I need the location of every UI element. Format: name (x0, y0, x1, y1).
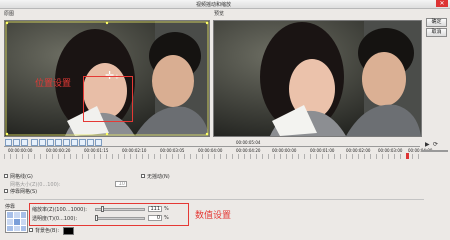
time-tick: 00:00:01:00 (310, 148, 335, 153)
playhead-marker[interactable] (406, 153, 409, 159)
zoom-slider[interactable] (422, 150, 448, 152)
dock-cell[interactable] (21, 219, 26, 225)
time-tick: 00:00:00:00 (8, 148, 33, 153)
align-left-icon[interactable] (55, 139, 62, 146)
zoom-value-field[interactable]: 111 (148, 206, 162, 212)
zoom-label: 缩放率(Z)(100...1000): (32, 207, 87, 213)
grid-size-field[interactable]: 10 (115, 181, 127, 187)
rotate-left-icon[interactable] (5, 139, 12, 146)
close-icon[interactable]: ✕ (436, 0, 448, 7)
fit-icon[interactable] (21, 139, 28, 146)
snap-checkbox[interactable] (4, 189, 8, 193)
align-bottom-icon[interactable] (87, 139, 94, 146)
values-annotation: 数值设置 (195, 211, 232, 221)
play-icon[interactable]: ▶ (425, 141, 430, 148)
grid-checkbox[interactable] (4, 174, 8, 178)
grid-label: 网格线(G) (10, 174, 33, 180)
opacity-slider-thumb[interactable] (95, 215, 98, 221)
zoom-unit: % (164, 206, 169, 212)
dock-cell[interactable] (7, 212, 13, 218)
opacity-label: 透明度(T)(0...100): (32, 216, 78, 222)
time-tick: 00:00:01:15 (84, 148, 109, 153)
dock-cell[interactable] (21, 212, 26, 218)
time-tick: 00:00:03:05 (160, 148, 185, 153)
timeline-ruler[interactable]: 00:00:00:00 00:00:00:20 00:00:01:15 00:0… (4, 146, 432, 161)
bg-color-checkbox[interactable] (29, 228, 33, 232)
time-tick: 00:00:04:20 (236, 148, 261, 153)
photo-preview (214, 21, 421, 136)
align-bottom-right-icon[interactable] (95, 139, 102, 146)
position-annotation: 位置设置 (35, 79, 72, 89)
zoom-slider-thumb[interactable] (101, 206, 104, 212)
align-right-icon[interactable] (71, 139, 78, 146)
time-tick: 00:00:04:00 (198, 148, 223, 153)
dock-section-label: 停靠 (5, 204, 16, 210)
dock-cell[interactable] (14, 226, 20, 231)
original-label: 原图 (4, 11, 15, 17)
center-timecode: 00:00:05:04 (236, 140, 261, 145)
title-bar: 视频摇动和缩放 ✕ (0, 0, 450, 9)
cancel-button[interactable]: 取消 (426, 28, 447, 37)
ruler-ticks (4, 154, 420, 159)
opacity-value-field[interactable]: 0 (148, 215, 162, 221)
align-center-icon[interactable] (63, 139, 70, 146)
snap-label: 停靠网格(S) (10, 189, 38, 195)
bg-color-swatch[interactable] (63, 227, 74, 235)
rotate-right-icon[interactable] (13, 139, 20, 146)
preview-image-panel (213, 20, 422, 137)
dock-cell[interactable] (21, 226, 26, 231)
align-bottom-left-icon[interactable] (79, 139, 86, 146)
loop-icon[interactable]: ⟳ (433, 141, 438, 148)
grid-size-label: 网格大小(Z)(0...100): (10, 182, 61, 188)
bg-color-label: 背景色(B): (35, 228, 60, 234)
dock-cell[interactable] (7, 219, 13, 225)
time-tick: 00:00:00:00 (272, 148, 297, 153)
preview-label: 预览 (214, 11, 225, 17)
opacity-slider-track[interactable] (95, 217, 145, 220)
dock-cell[interactable] (14, 212, 20, 218)
ok-button[interactable]: 确定 (426, 18, 447, 27)
align-top-icon[interactable] (39, 139, 46, 146)
position-highlight-box (83, 76, 133, 122)
original-image-panel[interactable]: ✛ + 位置设置 (4, 20, 210, 137)
time-tick: 00:00:02:00 (346, 148, 371, 153)
no-zoom-checkbox[interactable] (141, 174, 145, 178)
no-zoom-label: 无摇动(N) (147, 174, 170, 180)
dock-cell[interactable] (14, 219, 20, 225)
dock-cell[interactable] (7, 226, 13, 231)
time-tick: 00:00:02:10 (122, 148, 147, 153)
dock-grid[interactable] (5, 210, 28, 233)
divider (4, 199, 424, 200)
opacity-unit: % (164, 215, 169, 221)
time-tick: 00:00:03:00 (378, 148, 403, 153)
time-tick: 00:00:00:20 (46, 148, 71, 153)
align-top-right-icon[interactable] (47, 139, 54, 146)
window-title: 视频摇动和缩放 (196, 2, 232, 8)
align-top-left-icon[interactable] (31, 139, 38, 146)
